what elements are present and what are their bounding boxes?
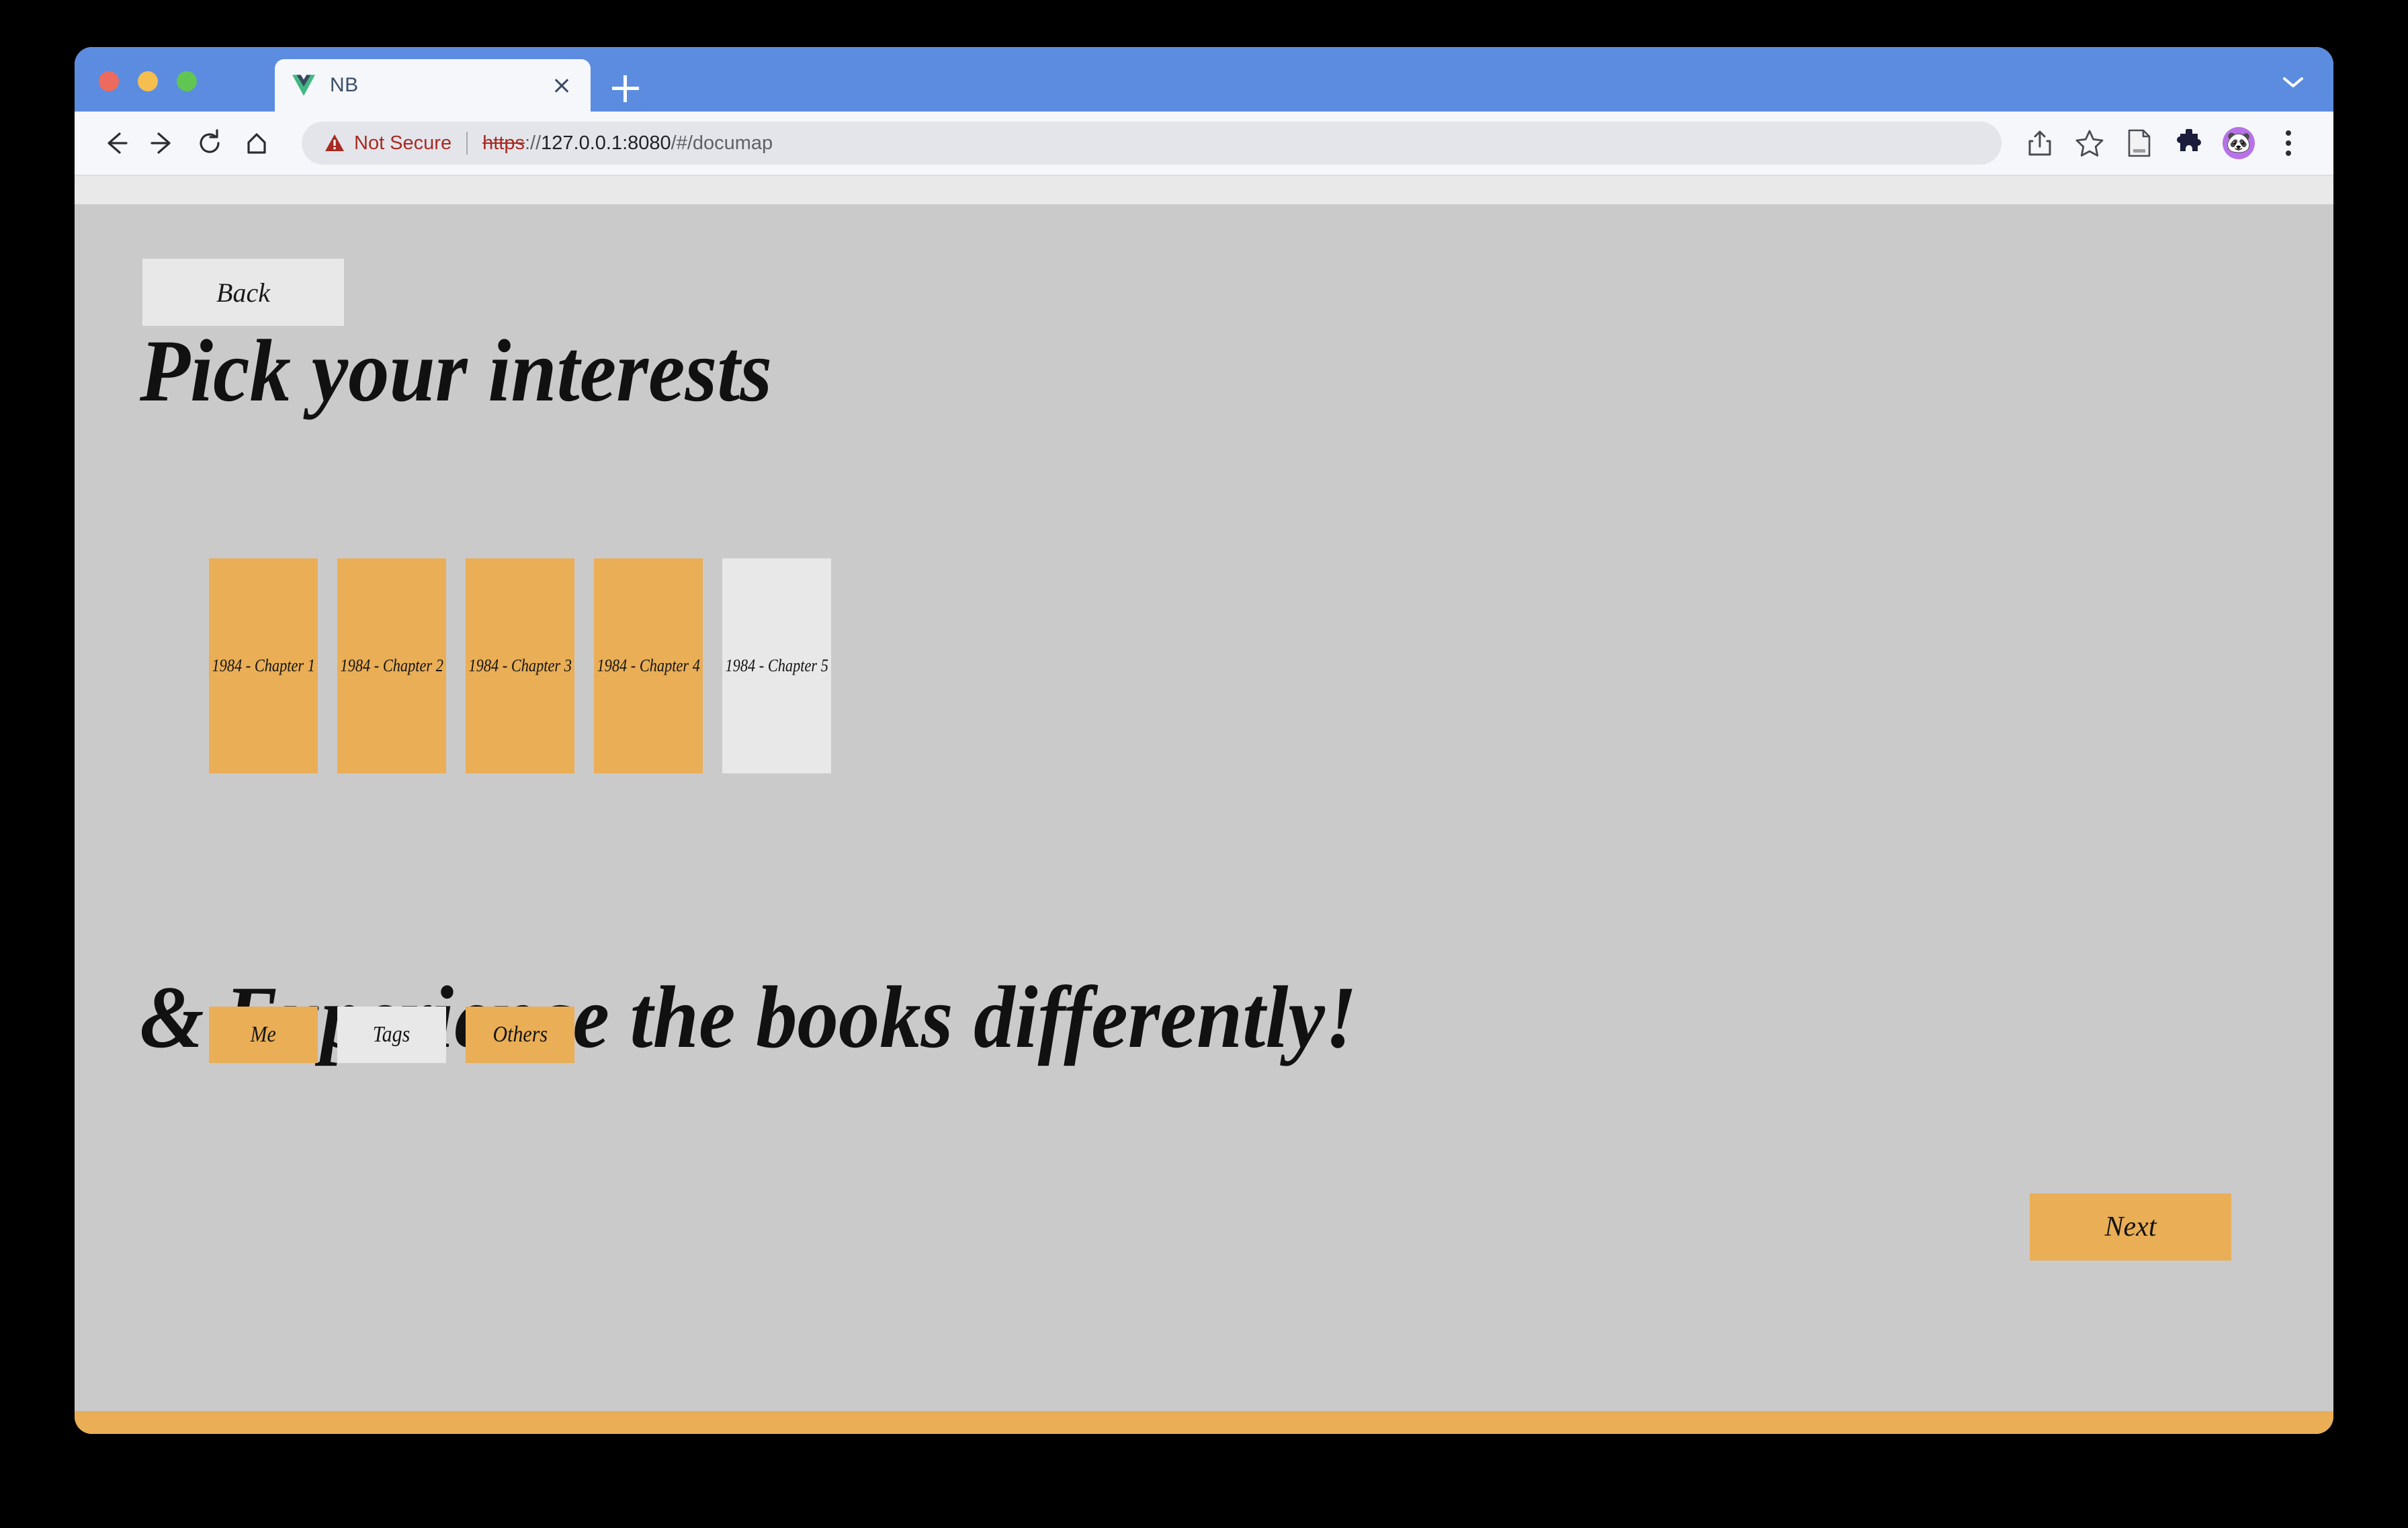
- url-text: https://127.0.0.1:8080/#/documap: [482, 132, 773, 155]
- close-window-button[interactable]: [99, 71, 119, 91]
- arrow-right-icon[interactable]: [142, 122, 183, 164]
- chapter-card-1[interactable]: 1984 - Chapter 1: [209, 558, 318, 773]
- url-scheme: https: [482, 132, 525, 154]
- bookmark-star-icon[interactable]: [2065, 122, 2114, 165]
- avatar: 🐼: [2223, 127, 2255, 159]
- address-bar[interactable]: Not Secure https://127.0.0.1:8080/#/docu…: [302, 122, 2002, 165]
- chapter-card-label: 1984 - Chapter 2: [340, 656, 443, 675]
- arrow-left-icon[interactable]: [95, 122, 136, 164]
- window-traffic-lights: [99, 71, 197, 91]
- page-title: Pick your interests: [140, 321, 773, 420]
- avatar-glyph: 🐼: [2226, 132, 2251, 154]
- chevron-down-icon[interactable]: [2282, 77, 2304, 89]
- reload-icon[interactable]: [189, 122, 230, 164]
- reading-list-icon[interactable]: [2114, 122, 2164, 165]
- browser-tab[interactable]: NB: [275, 59, 591, 112]
- tab-strip: NB: [75, 47, 2333, 112]
- browser-window: NB Not Secure https://127.0.0.1:8080/#/d…: [75, 47, 2333, 1434]
- next-button[interactable]: Next: [2030, 1193, 2231, 1261]
- vue-logo-icon: [292, 75, 315, 96]
- home-icon[interactable]: [236, 122, 277, 164]
- page-content: Back Pick your interests 1984 - Chapter …: [75, 204, 2333, 1434]
- url-host: 127.0.0.1:8080: [541, 132, 671, 154]
- chapter-card-5[interactable]: 1984 - Chapter 5: [722, 558, 831, 773]
- url-separator: ://: [524, 132, 542, 154]
- bottom-accent-bar: [75, 1411, 2333, 1434]
- filter-button-tags[interactable]: Tags: [337, 1007, 446, 1063]
- filter-button-label: Me: [250, 1022, 277, 1047]
- chapter-card-label: 1984 - Chapter 4: [597, 656, 700, 675]
- omnibox-divider: [466, 132, 468, 155]
- filter-button-row: Me Tags Others: [209, 1007, 574, 1063]
- warning-triangle-icon: [325, 134, 344, 151]
- minimize-window-button[interactable]: [138, 71, 158, 91]
- profile-avatar-icon[interactable]: 🐼: [2214, 122, 2264, 165]
- filter-button-me[interactable]: Me: [209, 1007, 318, 1063]
- browser-toolbar: Not Secure https://127.0.0.1:8080/#/docu…: [75, 112, 2333, 176]
- extensions-puzzle-icon[interactable]: [2164, 122, 2214, 165]
- security-status-label: Not Secure: [354, 132, 452, 154]
- chapter-card-label: 1984 - Chapter 3: [468, 656, 572, 675]
- toolbar-sub-band: [75, 176, 2333, 204]
- share-icon[interactable]: [2015, 122, 2065, 165]
- chapter-card-2[interactable]: 1984 - Chapter 2: [337, 558, 446, 773]
- chapter-card-4[interactable]: 1984 - Chapter 4: [594, 558, 703, 773]
- kebab-menu-icon[interactable]: [2264, 122, 2313, 165]
- chapter-card-3[interactable]: 1984 - Chapter 3: [466, 558, 574, 773]
- chapter-card-label: 1984 - Chapter 1: [212, 656, 315, 675]
- filter-button-label: Others: [492, 1022, 548, 1047]
- chapter-card-label: 1984 - Chapter 5: [725, 656, 828, 675]
- chapter-card-row: 1984 - Chapter 1 1984 - Chapter 2 1984 -…: [209, 558, 831, 773]
- back-button[interactable]: Back: [142, 259, 344, 326]
- plus-icon[interactable]: [612, 75, 639, 102]
- tab-title: NB: [330, 74, 359, 96]
- filter-button-others[interactable]: Others: [466, 1007, 574, 1063]
- filter-button-label: Tags: [373, 1022, 411, 1047]
- url-path: /#/documap: [671, 132, 773, 154]
- close-icon[interactable]: [550, 74, 573, 97]
- toolbar-icon-group: 🐼: [2015, 122, 2313, 165]
- maximize-window-button[interactable]: [177, 71, 197, 91]
